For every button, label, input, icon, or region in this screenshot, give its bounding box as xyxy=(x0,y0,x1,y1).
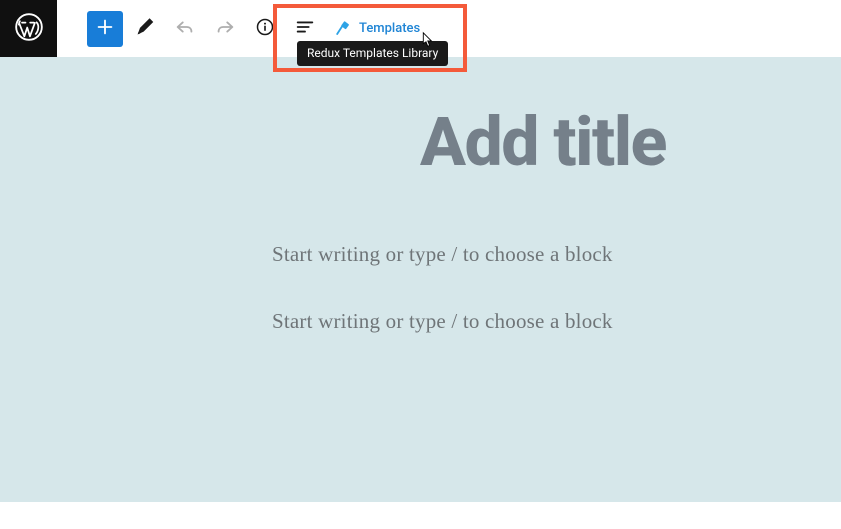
block-placeholder[interactable]: Start writing or type / to choose a bloc… xyxy=(272,309,841,334)
block-placeholder[interactable]: Start writing or type / to choose a bloc… xyxy=(272,242,841,267)
add-block-button[interactable] xyxy=(87,11,123,47)
editor-canvas: Add title Start writing or type / to cho… xyxy=(0,57,841,502)
undo-button[interactable] xyxy=(167,11,203,47)
wordpress-logo-icon xyxy=(15,13,43,45)
redux-icon xyxy=(333,19,353,39)
templates-tooltip: Redux Templates Library xyxy=(297,41,448,66)
redo-button[interactable] xyxy=(207,11,243,47)
edit-mode-button[interactable] xyxy=(127,11,163,47)
redo-icon xyxy=(214,16,236,42)
info-button[interactable] xyxy=(247,11,283,47)
undo-icon xyxy=(174,16,196,42)
plus-icon xyxy=(94,16,116,42)
templates-label: Templates xyxy=(359,21,420,36)
pencil-icon xyxy=(134,16,156,42)
list-icon xyxy=(294,16,316,42)
info-icon xyxy=(255,17,275,41)
wordpress-logo-button[interactable] xyxy=(0,0,57,57)
post-title-input[interactable]: Add title xyxy=(420,107,841,178)
templates-button[interactable]: Templates xyxy=(333,15,420,43)
